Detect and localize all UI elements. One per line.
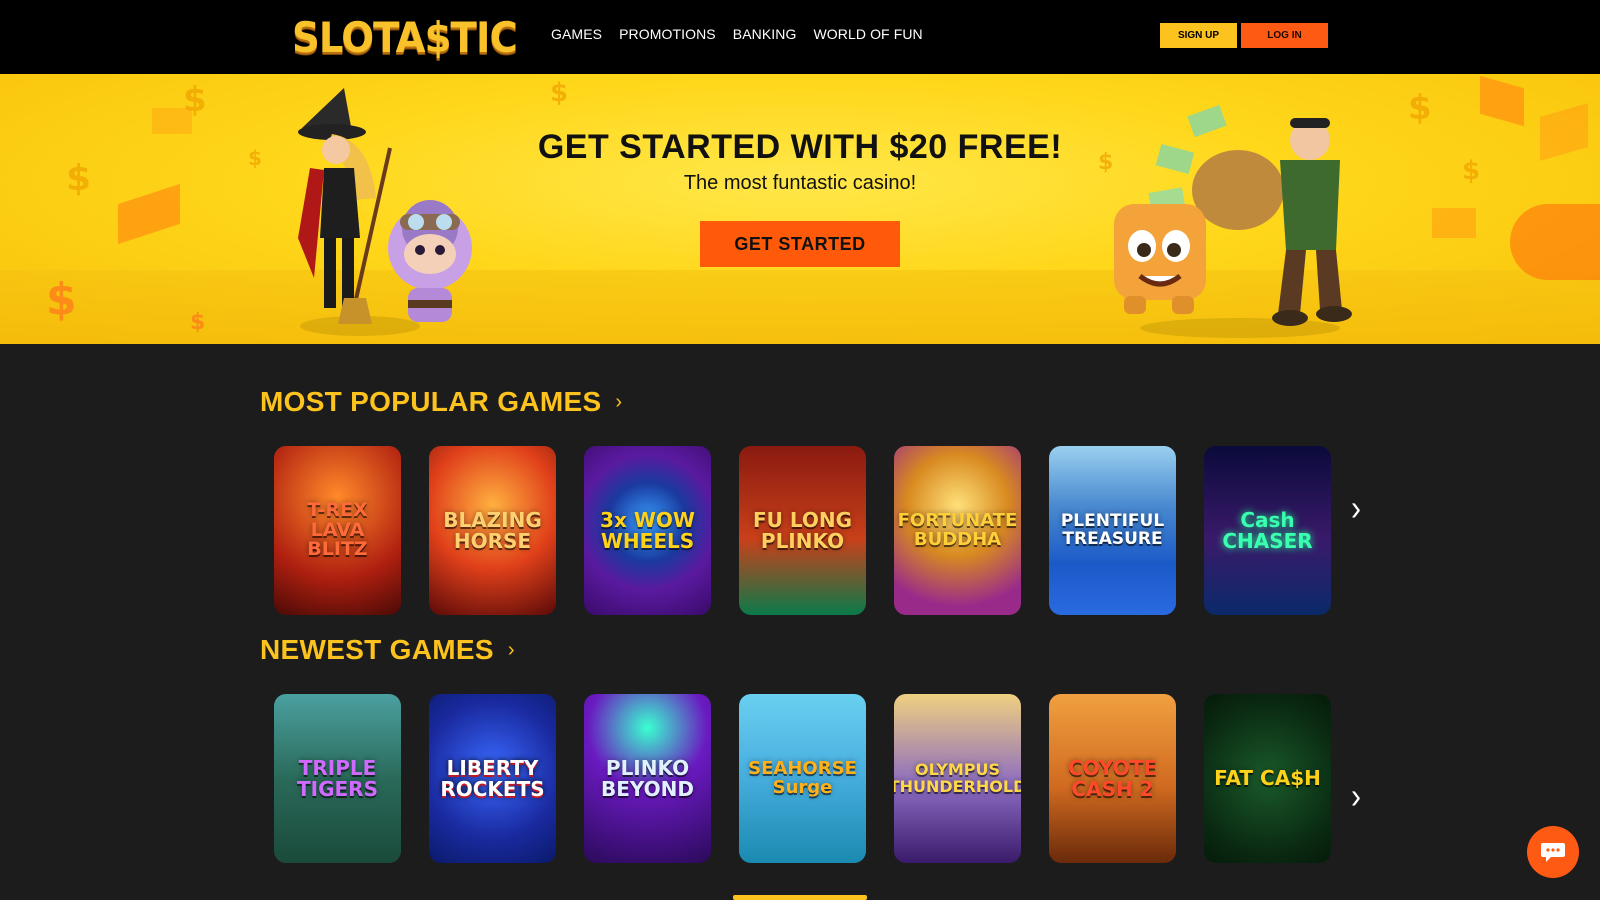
- game-title: SEAHORSE Surge: [748, 757, 857, 798]
- nav-banking[interactable]: BANKING: [733, 26, 797, 42]
- log-in-button[interactable]: LOG IN: [1241, 23, 1328, 48]
- dollar-decoration: $: [550, 78, 569, 108]
- nav-promotions[interactable]: PROMOTIONS: [619, 26, 716, 42]
- game-title: COYOTE CASH 2: [1067, 755, 1158, 801]
- block-decoration: [1432, 208, 1476, 238]
- sign-up-button[interactable]: SIGN UP: [1160, 23, 1237, 48]
- game-tile-fu-long-plinko[interactable]: FU LONG PLINKO: [739, 446, 866, 615]
- section-title-newest[interactable]: NEWEST GAMES ›: [260, 634, 515, 666]
- section-title-text: MOST POPULAR GAMES: [260, 386, 602, 417]
- game-tile-coyote-cash-2[interactable]: COYOTE CASH 2: [1049, 694, 1176, 863]
- game-title: FORTUNATE BUDDHA: [897, 509, 1018, 550]
- block-decoration: [1510, 204, 1600, 280]
- game-title: PLINKO BEYOND: [600, 755, 695, 801]
- hero-subtitle: The most funtastic casino!: [683, 172, 917, 194]
- scroll-indicator: [733, 895, 867, 900]
- popular-games-row: T-REX LAVA BLITZ BLAZING HORSE 3x WOW WH…: [274, 446, 1331, 615]
- hero-floor: [0, 270, 1600, 344]
- logo-text: SLOTA$TIC: [292, 12, 518, 62]
- chevron-right-icon: ›: [615, 390, 623, 413]
- game-tile-t-rex-lava-blitz[interactable]: T-REX LAVA BLITZ: [274, 446, 401, 615]
- dollar-decoration: $: [46, 274, 77, 325]
- game-title: OLYMPUS THUNDERHOLD: [894, 759, 1021, 796]
- game-title: FU LONG PLINKO: [752, 507, 853, 553]
- chevron-right-icon: ›: [507, 638, 515, 661]
- nav-games[interactable]: GAMES: [551, 26, 602, 42]
- chat-bubble-icon: [1541, 843, 1565, 862]
- game-tile-fat-cash[interactable]: FAT CA$H: [1204, 694, 1331, 863]
- logo[interactable]: SLOTA$TIC: [292, 12, 536, 62]
- main-nav: GAMES PROMOTIONS BANKING WORLD OF FUN: [551, 26, 923, 42]
- game-title: 3x WOW WHEELS: [600, 507, 695, 553]
- chat-button[interactable]: [1527, 826, 1579, 878]
- get-started-button[interactable]: GET STARTED: [700, 221, 900, 267]
- game-title: PLENTIFUL TREASURE: [1060, 510, 1165, 549]
- game-tile-blazing-horse[interactable]: BLAZING HORSE: [429, 446, 556, 615]
- game-title: FAT CA$H: [1214, 766, 1321, 790]
- game-title: BLAZING HORSE: [443, 507, 542, 553]
- game-title: TRIPLE TIGERS: [297, 755, 378, 801]
- nav-world-of-fun[interactable]: WORLD OF FUN: [813, 26, 922, 42]
- game-tile-seahorse-surge[interactable]: SEAHORSE Surge: [739, 694, 866, 863]
- game-tile-cash-chaser[interactable]: Cash CHASER: [1204, 446, 1331, 615]
- game-tile-fortunate-buddha[interactable]: FORTUNATE BUDDHA: [894, 446, 1021, 615]
- thief-character-illustration: [1114, 104, 1352, 338]
- newest-games-row: TRIPLE TIGERS LIBERTY ROCKETS PLINKO BEY…: [274, 694, 1331, 863]
- game-title: Cash CHASER: [1222, 507, 1313, 553]
- chevron-right-icon[interactable]: ›: [1351, 489, 1361, 530]
- game-tile-liberty-rockets[interactable]: LIBERTY ROCKETS: [429, 694, 556, 863]
- section-title-most-popular[interactable]: MOST POPULAR GAMES ›: [260, 386, 622, 418]
- game-title: LIBERTY ROCKETS: [440, 755, 545, 801]
- dollar-decoration: $: [190, 310, 206, 335]
- dollar-decoration: $: [1408, 88, 1432, 128]
- game-tile-plentiful-treasure[interactable]: PLENTIFUL TREASURE: [1049, 446, 1176, 615]
- hero-title: GET STARTED WITH $20 FREE!: [537, 128, 1063, 166]
- witch-character-illustration: [298, 88, 472, 336]
- site-header: SLOTA$TIC GAMES PROMOTIONS BANKING WORLD…: [0, 0, 1600, 74]
- hero-banner: $ $ $ $ $ $ $ $ $ GET STARTED WITH $20 F…: [0, 74, 1600, 344]
- chevron-right-icon[interactable]: ›: [1351, 777, 1361, 818]
- section-title-text: NEWEST GAMES: [260, 634, 494, 665]
- game-title: T-REX LAVA BLITZ: [307, 498, 368, 561]
- block-decoration: [1480, 75, 1524, 127]
- game-tile-olympus-thunderhold[interactable]: OLYMPUS THUNDERHOLD: [894, 694, 1021, 863]
- game-tile-plinko-beyond[interactable]: PLINKO BEYOND: [584, 694, 711, 863]
- game-tile-wow-wheels[interactable]: 3x WOW WHEELS: [584, 446, 711, 615]
- game-tile-triple-tigers[interactable]: TRIPLE TIGERS: [274, 694, 401, 863]
